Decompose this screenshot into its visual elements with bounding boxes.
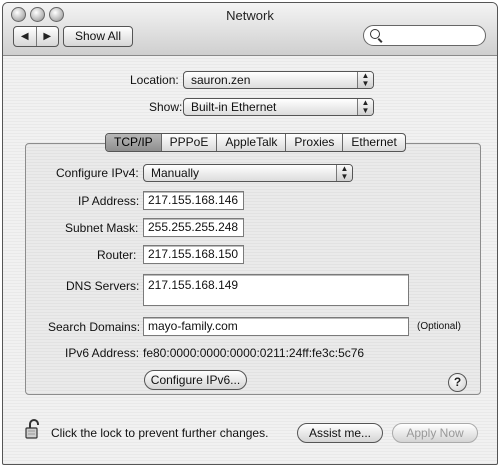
- tab-pppoe[interactable]: PPPoE: [160, 134, 217, 151]
- location-value: sauron.zen: [191, 73, 251, 87]
- tab-tcpip[interactable]: TCP/IP: [106, 134, 161, 151]
- search-domains-field[interactable]: mayo-family.com: [143, 317, 409, 336]
- apply-now-button[interactable]: Apply Now: [392, 423, 478, 443]
- ip-address-label: IP Address:: [78, 194, 140, 208]
- nav-back-forward: ◀ ▶: [13, 26, 59, 47]
- search-field[interactable]: [363, 25, 486, 46]
- ip-address-field[interactable]: 217.155.168.146: [143, 191, 244, 210]
- subnet-mask-field[interactable]: 255.255.255.248: [143, 218, 244, 237]
- optional-hint: (Optional): [417, 321, 461, 332]
- help-icon[interactable]: ?: [448, 373, 467, 392]
- configure-ipv6-button[interactable]: Configure IPv6...: [144, 370, 247, 390]
- popup-arrows-icon: ▲ ▼: [357, 99, 373, 115]
- configure-ipv4-value: Manually: [151, 166, 200, 180]
- show-label: Show:: [149, 100, 183, 114]
- lock-icon[interactable]: [25, 418, 43, 440]
- assist-me-button[interactable]: Assist me...: [297, 423, 383, 443]
- subnet-mask-label: Subnet Mask:: [65, 221, 139, 235]
- location-popup[interactable]: sauron.zen ▲ ▼: [183, 71, 374, 89]
- popup-arrows-icon: ▲ ▼: [357, 72, 373, 88]
- lock-message: Click the lock to prevent further change…: [51, 426, 269, 440]
- search-icon: [370, 29, 380, 39]
- dns-servers-field[interactable]: 217.155.168.149: [143, 274, 409, 306]
- search-domains-label: Search Domains:: [48, 320, 141, 334]
- tab-appletalk[interactable]: AppleTalk: [216, 134, 285, 151]
- configure-ipv4-label: Configure IPv4:: [56, 166, 139, 180]
- configure-ipv4-popup[interactable]: Manually ▲ ▼: [143, 164, 353, 182]
- ipv6-address-label: IPv6 Address:: [65, 346, 140, 360]
- tab-ethernet[interactable]: Ethernet: [342, 134, 404, 151]
- ipv6-address-value: fe80:0000:0000:0000:0211:24ff:fe3c:5c76: [143, 346, 365, 360]
- router-label: Router:: [97, 248, 137, 262]
- dns-servers-label: DNS Servers:: [66, 279, 140, 293]
- network-preferences-window: Network ◀ ▶ Show All Location: sauron.ze…: [2, 2, 498, 465]
- location-label: Location:: [130, 73, 179, 87]
- show-popup[interactable]: Built-in Ethernet ▲ ▼: [183, 98, 374, 116]
- popup-arrows-icon: ▲ ▼: [336, 165, 352, 181]
- title-bar: Network ◀ ▶ Show All: [3, 3, 497, 56]
- tab-bar: TCP/IP PPPoE AppleTalk Proxies Ethernet: [105, 133, 406, 152]
- show-value: Built-in Ethernet: [191, 100, 277, 114]
- show-all-button[interactable]: Show All: [63, 26, 133, 47]
- tab-proxies[interactable]: Proxies: [285, 134, 342, 151]
- back-icon[interactable]: ◀: [14, 27, 36, 46]
- window-title: Network: [226, 8, 274, 23]
- forward-icon[interactable]: ▶: [35, 27, 59, 46]
- router-field[interactable]: 217.155.168.150: [143, 245, 244, 264]
